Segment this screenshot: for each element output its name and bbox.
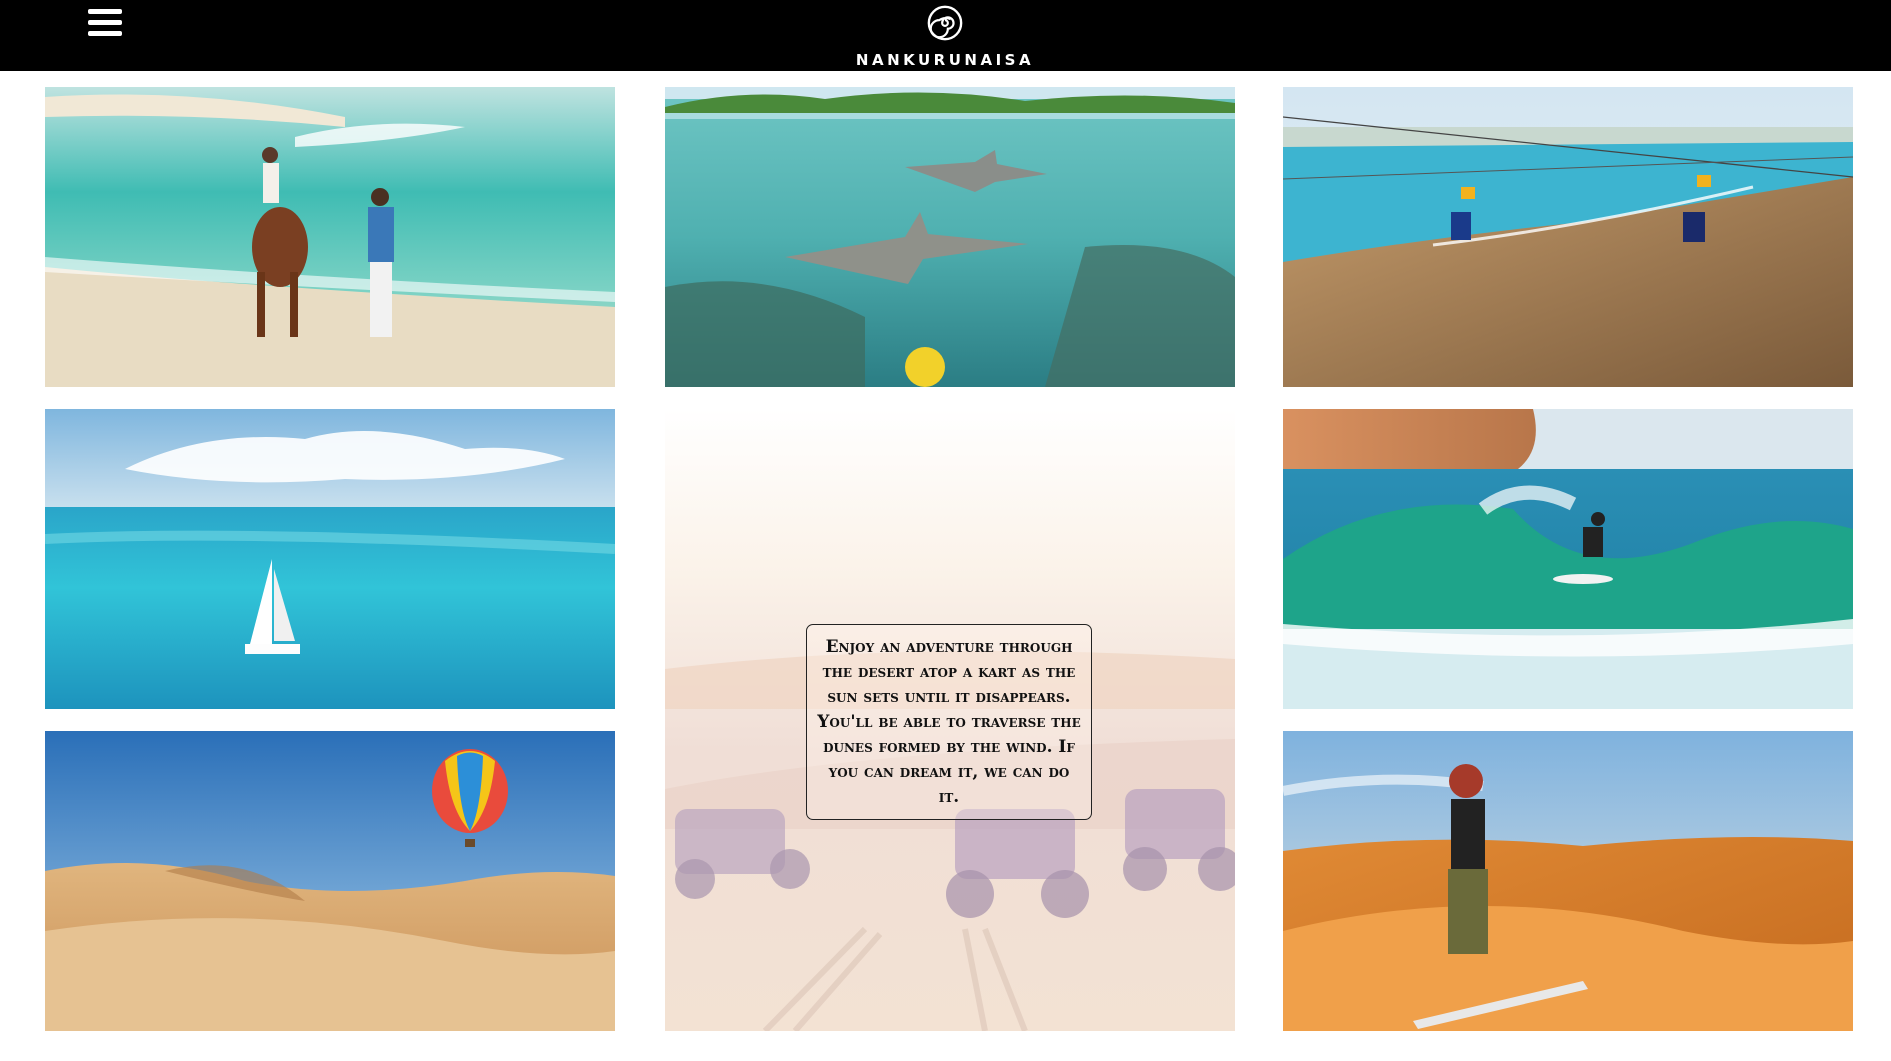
horse-beach-photo[interactable] bbox=[45, 87, 615, 387]
sandboard-photo[interactable] bbox=[1283, 731, 1853, 1031]
brand-logo[interactable]: NANKURUNAISA bbox=[845, 4, 1045, 70]
top-navbar: NANKURUNAISA bbox=[0, 0, 1891, 71]
zipline-photo[interactable] bbox=[1283, 87, 1853, 387]
brand-name: NANKURUNAISA bbox=[855, 51, 1035, 69]
shark-reef-photo[interactable] bbox=[665, 87, 1235, 387]
spiral-icon bbox=[927, 5, 963, 41]
adventure-caption-box: Enjoy an adventure through the desert at… bbox=[806, 624, 1092, 820]
hamburger-menu-icon[interactable] bbox=[88, 6, 122, 40]
adventure-caption-text: Enjoy an adventure through the desert at… bbox=[817, 636, 1081, 807]
surf-photo[interactable] bbox=[1283, 409, 1853, 709]
balloon-desert-photo[interactable] bbox=[45, 731, 615, 1031]
catamaran-photo[interactable] bbox=[45, 409, 615, 709]
